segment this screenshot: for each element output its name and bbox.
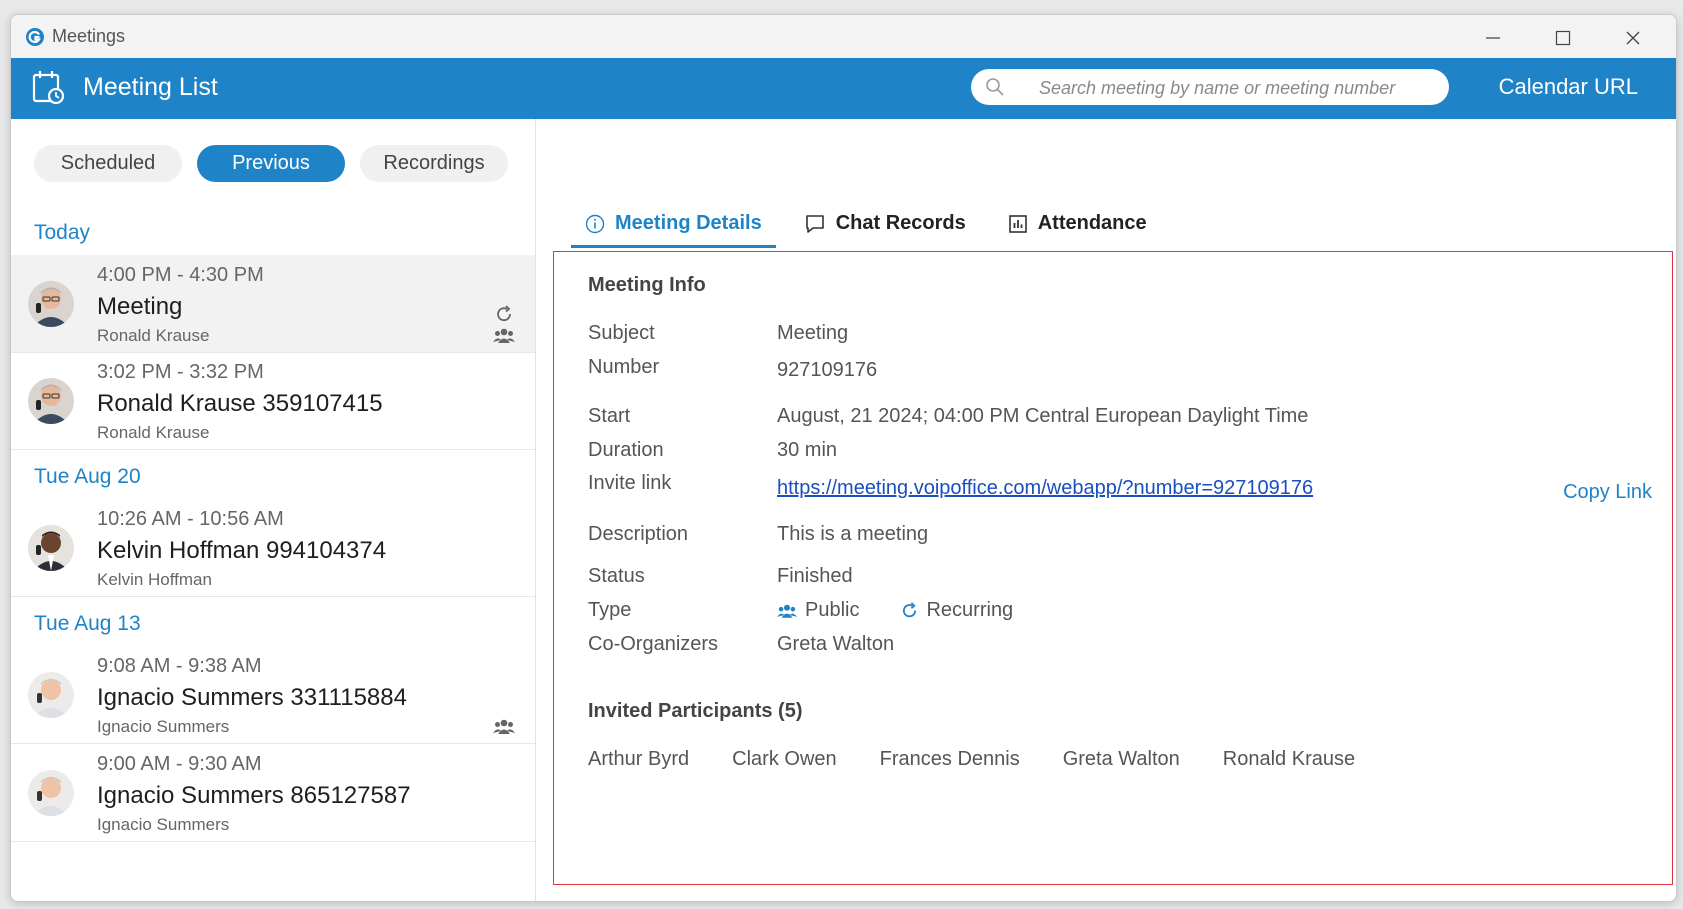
tab-recordings[interactable]: Recordings — [360, 145, 508, 182]
meeting-organizer: Ronald Krause — [97, 326, 210, 345]
meeting-details-box: Meeting Info Subject Meeting Number 9271… — [553, 251, 1673, 885]
group-icon — [493, 719, 515, 734]
minimize-icon — [1486, 37, 1500, 39]
status-label: Status — [588, 565, 645, 587]
tab-chat-records[interactable]: Chat Records — [790, 203, 980, 244]
window-title: Meetings — [52, 26, 126, 46]
minimize-button[interactable] — [1470, 23, 1516, 53]
meeting-list-panel: Scheduled Previous Recordings Today 4:00… — [11, 119, 536, 901]
duration-label: Duration — [588, 439, 664, 461]
meeting-detail-panel: Meeting Details Chat Records Attendance … — [536, 119, 1676, 901]
title-bar: Meetings — [11, 15, 1676, 58]
type-label: Type — [588, 599, 632, 621]
tab-meeting-details-label: Meeting Details — [615, 212, 762, 234]
group-label-today: Today — [34, 221, 91, 244]
avatar — [28, 770, 74, 816]
avatar — [28, 672, 74, 718]
subject-value: Meeting — [777, 322, 849, 344]
start-value: August, 21 2024; 04:00 PM Central Europe… — [777, 405, 1309, 427]
info-icon — [585, 214, 605, 233]
meeting-list-item[interactable]: 9:00 AM - 9:30 AM Ignacio Summers 865127… — [11, 744, 535, 842]
meeting-title: Meeting — [97, 293, 183, 320]
meeting-organizer: Ignacio Summers — [97, 815, 230, 834]
recurring-icon — [497, 305, 511, 322]
tab-attendance[interactable]: Attendance — [994, 203, 1161, 244]
app-logo-icon — [26, 28, 44, 46]
chat-bubble-icon — [805, 214, 824, 233]
meeting-list-item[interactable]: 4:00 PM - 4:30 PM Meeting Ronald Krause — [11, 255, 535, 353]
group-label-aug-13: Tue Aug 13 — [34, 612, 141, 635]
meetings-window: Meetings Meeting List Calendar URL — [10, 14, 1677, 902]
group-icon — [777, 604, 797, 618]
avatar — [28, 378, 74, 424]
meeting-list-item[interactable]: 10:26 AM - 10:56 AM Kelvin Hoffman 99410… — [11, 499, 535, 597]
meeting-title: Ronald Krause 359107415 — [97, 390, 383, 417]
search-box[interactable] — [971, 69, 1449, 107]
participant-name: Clark Owen — [732, 748, 837, 770]
number-value: 927109176 — [777, 359, 878, 381]
meeting-time: 9:00 AM - 9:30 AM — [97, 753, 262, 775]
avatar — [28, 525, 74, 571]
type-values: Public Recurring — [777, 599, 1055, 622]
meeting-organizer: Ronald Krause — [97, 423, 210, 442]
meeting-time: 10:26 AM - 10:56 AM — [97, 508, 284, 530]
type-recurring-label: Recurring — [926, 599, 1014, 621]
subject-label: Subject — [588, 322, 655, 344]
meeting-list-item[interactable]: 3:02 PM - 3:32 PM Ronald Krause 35910741… — [11, 352, 535, 450]
meeting-list-item[interactable]: 9:08 AM - 9:38 AM Ignacio Summers 331115… — [11, 646, 535, 744]
tab-attendance-label: Attendance — [1037, 212, 1147, 234]
type-recurring: Recurring — [901, 599, 1013, 622]
meeting-organizer: Kelvin Hoffman — [97, 570, 212, 589]
tab-meeting-details[interactable]: Meeting Details — [571, 203, 776, 248]
calendar-url-button[interactable]: Calendar URL — [1499, 74, 1638, 100]
invited-participants-title: Invited Participants (5) — [588, 700, 803, 722]
tab-previous[interactable]: Previous — [197, 145, 345, 182]
bar-chart-icon — [1008, 214, 1027, 233]
detail-tabs: Meeting Details Chat Records Attendance — [571, 203, 1175, 248]
close-icon — [1626, 31, 1640, 45]
recurring-icon — [903, 602, 917, 618]
calendar-clock-icon — [32, 71, 65, 105]
meeting-filter-tabs: Scheduled Previous Recordings — [34, 145, 508, 182]
invite-link-label: Invite link — [588, 472, 672, 494]
coorganizers-label: Co-Organizers — [588, 633, 719, 655]
copy-link-button[interactable]: Copy Link — [1563, 481, 1652, 504]
avatar — [28, 281, 74, 327]
type-public: Public — [777, 599, 859, 622]
description-label: Description — [588, 523, 689, 545]
participant-name: Frances Dennis — [879, 748, 1020, 770]
search-icon — [986, 78, 1004, 96]
description-value: This is a meeting — [777, 523, 929, 545]
type-public-label: Public — [805, 599, 860, 621]
coorganizers-value: Greta Walton — [777, 633, 895, 655]
meeting-time: 4:00 PM - 4:30 PM — [97, 264, 264, 286]
maximize-button[interactable] — [1540, 23, 1586, 53]
invite-link[interactable]: https://meeting.voipoffice.com/webapp/?n… — [777, 477, 1313, 500]
meeting-time: 9:08 AM - 9:38 AM — [97, 655, 262, 677]
tab-scheduled[interactable]: Scheduled — [34, 145, 182, 182]
search-input[interactable] — [1037, 69, 1441, 107]
participant-name: Ronald Krause — [1222, 748, 1356, 770]
meeting-info-title: Meeting Info — [588, 274, 706, 296]
meeting-title: Ignacio Summers 331115884 — [97, 684, 407, 711]
maximize-icon — [1555, 30, 1571, 46]
page-title: Meeting List — [83, 73, 218, 101]
meeting-title: Ignacio Summers 865127587 — [97, 782, 411, 809]
app-header: Meeting List Calendar URL — [11, 58, 1676, 119]
group-icon — [493, 328, 515, 343]
participant-name: Greta Walton — [1062, 748, 1180, 770]
duration-value: 30 min — [777, 439, 838, 461]
meeting-time: 3:02 PM - 3:32 PM — [97, 361, 264, 383]
number-label: Number — [588, 356, 660, 378]
status-value: Finished — [777, 565, 853, 587]
participant-name: Arthur Byrd — [588, 748, 690, 770]
meeting-title: Kelvin Hoffman 994104374 — [97, 537, 387, 564]
tab-chat-records-label: Chat Records — [835, 212, 966, 234]
close-button[interactable] — [1610, 23, 1656, 53]
participants-list: Arthur Byrd Clark Owen Frances Dennis Gr… — [588, 748, 1398, 771]
meeting-organizer: Ignacio Summers — [97, 717, 230, 736]
group-label-aug-20: Tue Aug 20 — [34, 465, 141, 488]
start-label: Start — [588, 405, 631, 427]
